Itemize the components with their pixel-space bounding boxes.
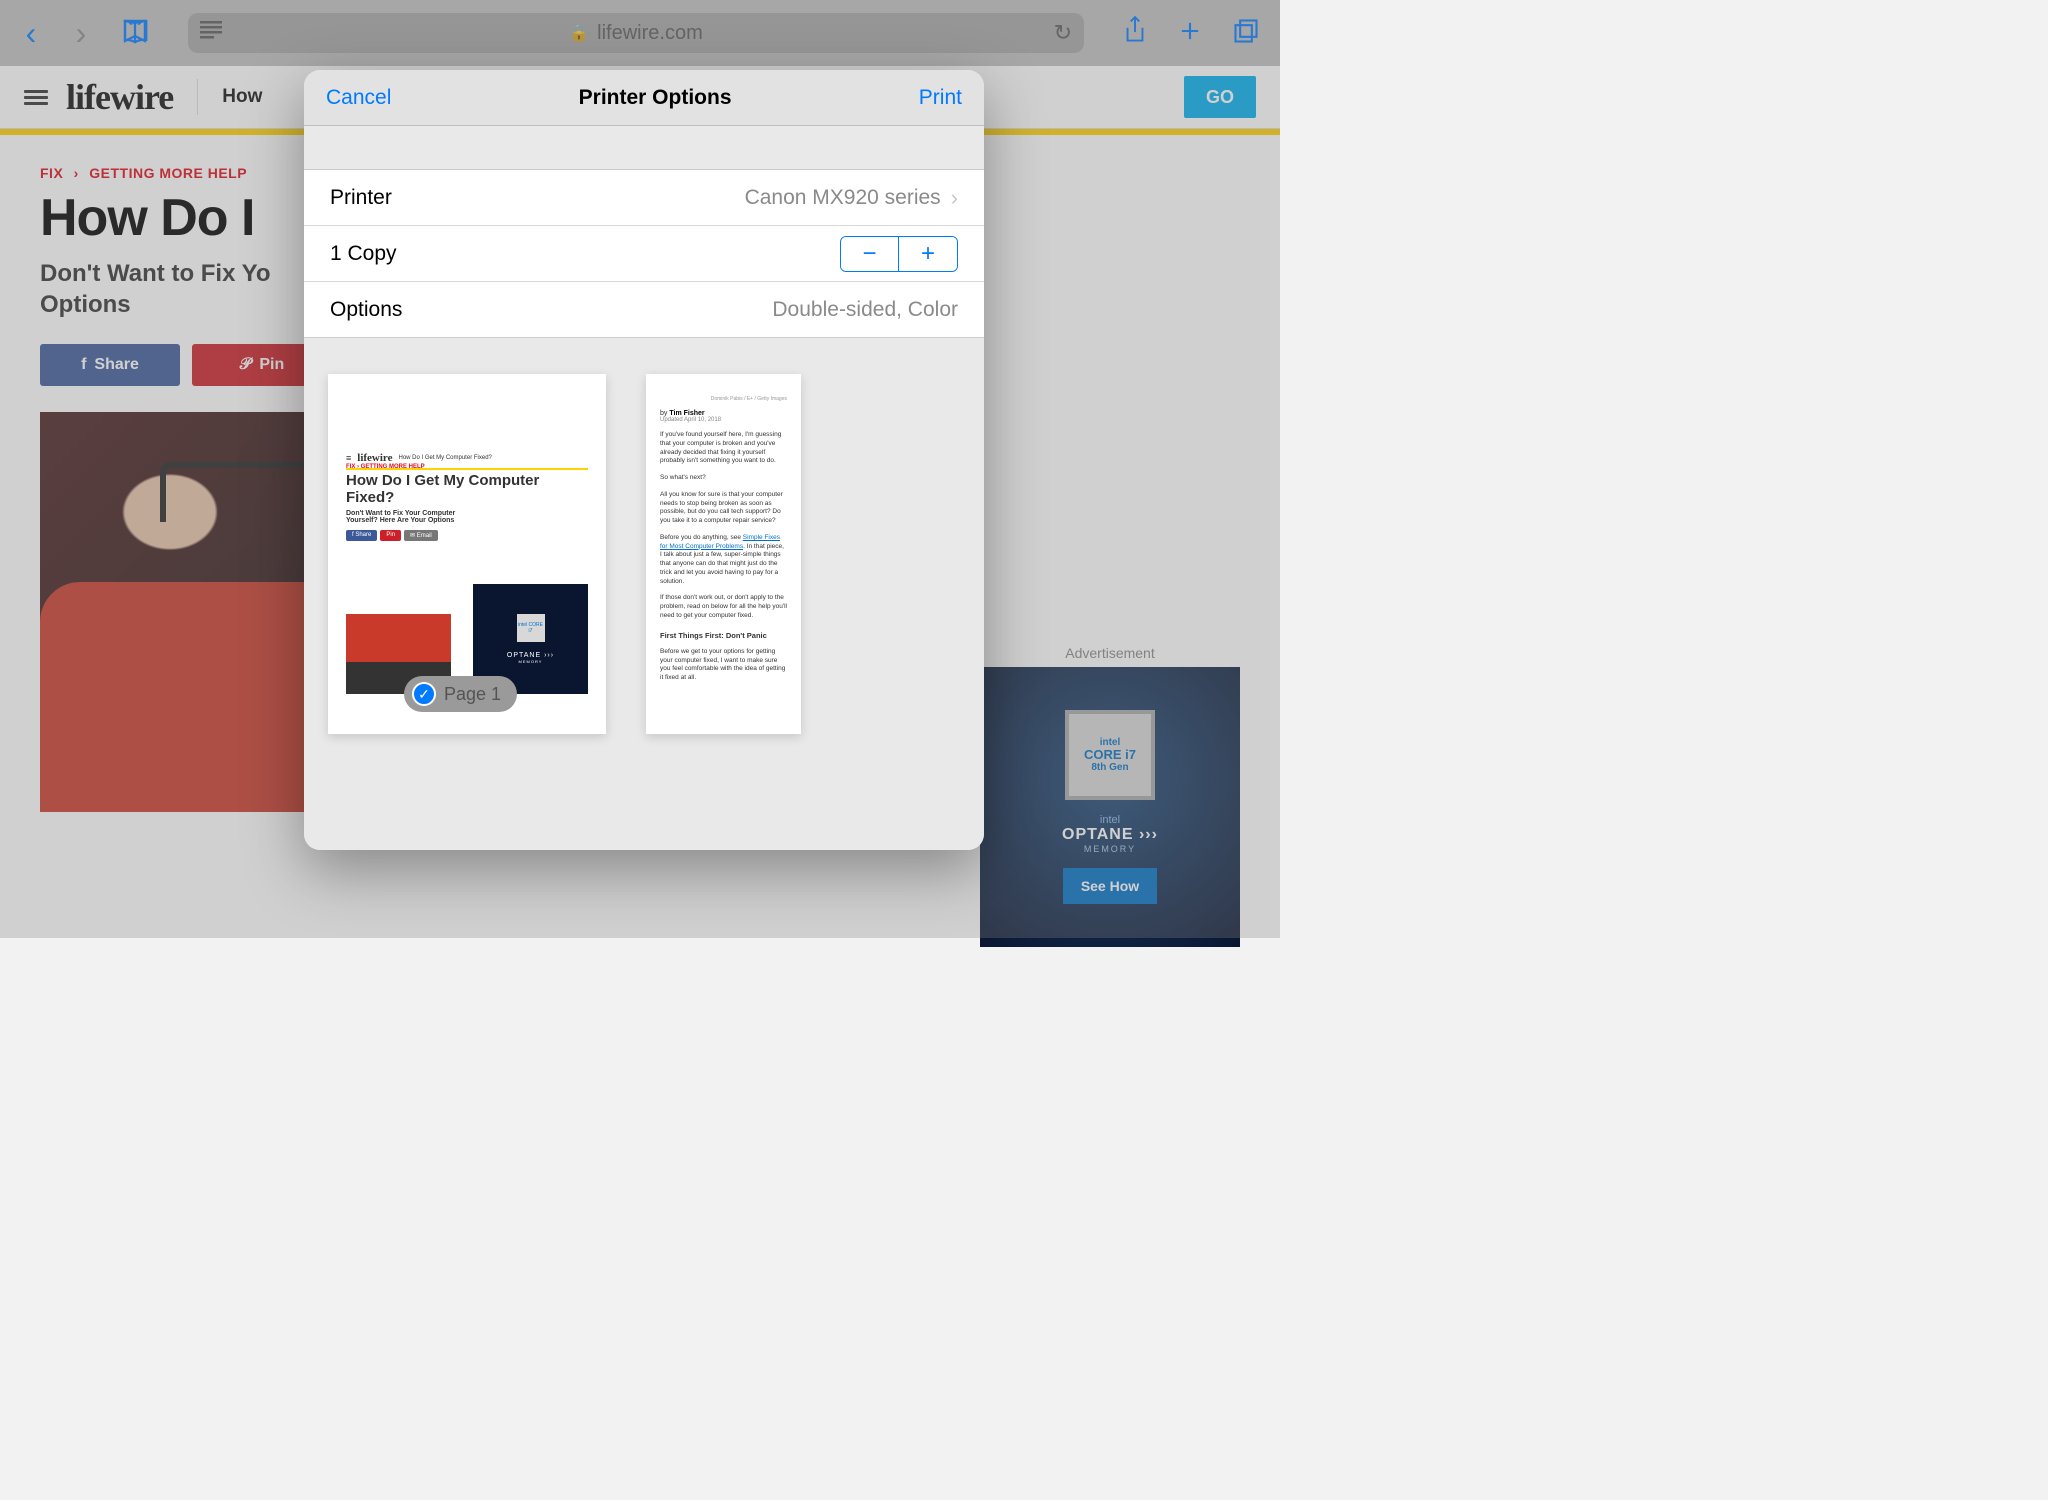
page-badge-label: Page 1	[444, 684, 501, 705]
modal-header: Cancel Printer Options Print	[304, 70, 984, 126]
modal-overlay: Cancel Printer Options Print Printer Can…	[0, 0, 1280, 938]
preview-area[interactable]: ≡ lifewire How Do I Get My Computer Fixe…	[304, 338, 984, 850]
printer-label: Printer	[330, 186, 392, 210]
stepper-plus[interactable]: +	[899, 237, 957, 271]
settings-list: Printer Canon MX920 series › 1 Copy − + …	[304, 170, 984, 338]
copies-row: 1 Copy − +	[304, 226, 984, 282]
cancel-button[interactable]: Cancel	[326, 86, 391, 110]
options-row[interactable]: Options Double-sided, Color	[304, 282, 984, 338]
check-icon: ✓	[412, 682, 436, 706]
page-preview-1[interactable]: ≡ lifewire How Do I Get My Computer Fixe…	[328, 374, 606, 734]
chevron-right-icon: ›	[951, 185, 958, 211]
print-modal: Cancel Printer Options Print Printer Can…	[304, 70, 984, 850]
options-label: Options	[330, 298, 402, 322]
page-preview-2[interactable]: Dominik Pabis / E+ / Getty Images by Tim…	[646, 374, 801, 734]
printer-row[interactable]: Printer Canon MX920 series ›	[304, 170, 984, 226]
copies-stepper: − +	[840, 236, 958, 272]
section-gap	[304, 126, 984, 170]
options-value: Double-sided, Color	[772, 298, 958, 322]
modal-title: Printer Options	[579, 86, 732, 110]
print-button[interactable]: Print	[919, 86, 962, 110]
copies-label: 1 Copy	[330, 242, 397, 266]
printer-value: Canon MX920 series	[745, 186, 941, 210]
page-badge[interactable]: ✓ Page 1	[404, 676, 517, 712]
stepper-minus[interactable]: −	[841, 237, 899, 271]
